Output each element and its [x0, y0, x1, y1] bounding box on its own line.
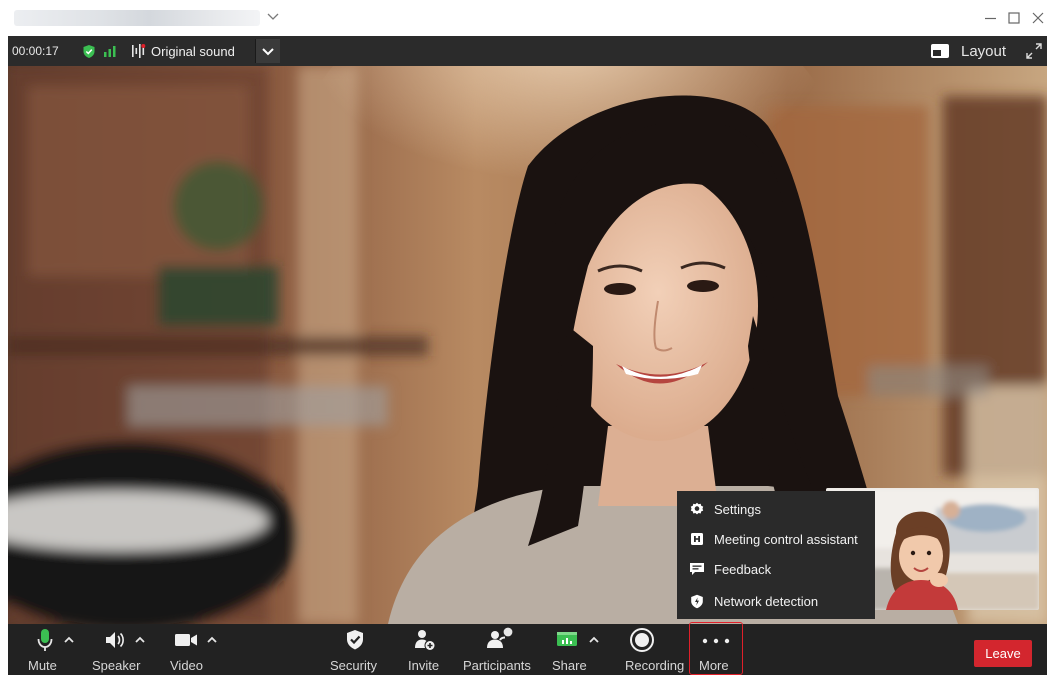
close-icon [1032, 12, 1044, 24]
expand-fullscreen-button[interactable] [1023, 40, 1045, 62]
record-icon [629, 627, 655, 656]
more-button[interactable]: More [694, 624, 738, 675]
layout-label: Layout [961, 42, 1007, 60]
shield-icon [345, 629, 365, 654]
speaker-button[interactable]: Speaker [90, 624, 158, 675]
menu-item-label: Settings [714, 501, 761, 517]
maximize-button[interactable] [1002, 6, 1026, 30]
chevron-down-icon [262, 48, 274, 56]
menu-item-meeting-control-assistant[interactable]: Meeting control assistant [677, 525, 875, 553]
expand-icon [1026, 43, 1042, 59]
participants-button[interactable]: Participants [462, 624, 538, 675]
menu-item-label: Feedback [714, 561, 772, 577]
more-options-menu: Settings Meeting control assistant Feedb… [677, 491, 875, 619]
assistant-icon [689, 531, 705, 547]
window-titlebar [0, 0, 1047, 36]
original-sound-dropdown[interactable] [255, 39, 280, 63]
layout-button[interactable]: Layout [930, 40, 1006, 62]
security-shield-icon[interactable] [82, 44, 96, 62]
more-dots-icon [699, 633, 733, 648]
meeting-timer: 00:00:17 [12, 44, 59, 58]
video-button[interactable]: Video [168, 624, 228, 675]
original-sound-label[interactable]: Original sound [151, 44, 235, 59]
share-label: Share [552, 658, 587, 673]
minimize-icon [985, 17, 996, 20]
menu-item-feedback[interactable]: Feedback [677, 555, 875, 583]
recording-button[interactable]: Recording [622, 624, 688, 675]
invite-person-icon [414, 629, 436, 654]
network-shield-icon [689, 593, 705, 609]
video-label: Video [170, 658, 204, 673]
menu-item-settings[interactable]: Settings [677, 495, 875, 523]
feedback-icon [689, 561, 705, 577]
more-label: More [699, 658, 729, 673]
speaker-icon [104, 630, 126, 653]
speaker-options-caret-icon[interactable] [134, 633, 146, 648]
video-options-caret-icon[interactable] [206, 633, 218, 648]
recording-label: Recording [625, 658, 685, 673]
share-button[interactable]: Share [550, 624, 610, 675]
menu-item-label: Network detection [714, 593, 819, 609]
signal-strength-icon[interactable] [103, 44, 119, 61]
mute-options-caret-icon[interactable] [63, 633, 75, 648]
minimize-button[interactable] [978, 6, 1002, 30]
menu-item-label: Meeting control assistant [714, 531, 858, 547]
participants-label: Participants [463, 658, 531, 673]
blurred-meeting-title [14, 10, 260, 26]
title-dropdown-chevron-icon[interactable] [266, 8, 280, 24]
mute-label: Mute [28, 658, 57, 673]
video-camera-icon [174, 632, 200, 651]
speaker-label: Speaker [92, 658, 141, 673]
invite-button[interactable]: Invite [406, 624, 446, 675]
meeting-toolbar: Mute Speaker Video Security Invite Parti… [8, 622, 1047, 675]
security-label: Security [330, 658, 377, 673]
maximize-icon [1008, 12, 1020, 24]
gear-icon [689, 501, 705, 517]
security-button[interactable]: Security [330, 624, 384, 675]
share-screen-icon [556, 631, 578, 652]
meeting-status-bar: 00:00:17 Original sound Layout [8, 36, 1047, 66]
original-sound-icon [130, 43, 147, 62]
participants-icon [486, 626, 516, 653]
leave-meeting-button[interactable]: Leave [974, 640, 1032, 667]
invite-label: Invite [408, 658, 440, 673]
layout-icon [931, 44, 949, 58]
share-options-caret-icon[interactable] [588, 633, 600, 648]
menu-item-network-detection[interactable]: Network detection [677, 587, 875, 615]
mute-button[interactable]: Mute [22, 624, 82, 675]
microphone-icon [36, 628, 54, 657]
close-button[interactable] [1026, 6, 1047, 30]
